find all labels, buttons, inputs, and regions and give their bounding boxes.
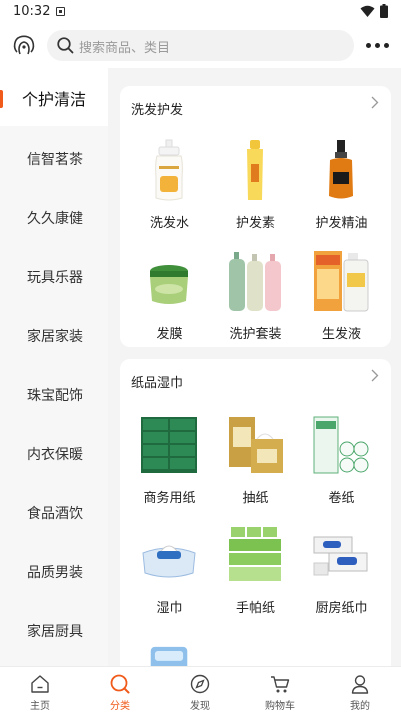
bottom-tab-bar: 主页 分类 发现 购物车 我的: [0, 666, 401, 713]
tab-label: 购物车: [265, 701, 295, 712]
sidebar-item-toys[interactable]: 玩具乐器: [0, 247, 108, 305]
product-name: 手帕纸: [235, 601, 275, 616]
kitchen-towel-image: [313, 536, 368, 576]
section-title[interactable]: 纸品湿巾: [131, 372, 183, 391]
product-shampoo[interactable]: 洗发水: [127, 138, 212, 233]
battery-icon: [380, 4, 388, 18]
category-icon: [110, 674, 130, 694]
product-name: 发膜: [156, 327, 183, 342]
sidebar-item-kitchen[interactable]: 家居厨具: [0, 601, 108, 659]
product-hair-growth[interactable]: 生发液: [299, 249, 384, 344]
compass-icon: [190, 674, 210, 694]
tab-label: 分类: [110, 701, 130, 712]
product-wet-wipes[interactable]: 湿巾: [127, 523, 212, 618]
sidebar-item-health[interactable]: 久久康健: [0, 188, 108, 246]
hair-oil-image: [329, 140, 353, 199]
tab-cart[interactable]: 购物车: [240, 667, 320, 713]
product-name: 护发精油: [315, 216, 368, 231]
tissue-box-image: [229, 417, 283, 473]
sidebar-item-personal-care[interactable]: 个护清洁: [0, 68, 108, 126]
product-hair-oil[interactable]: 护发精油: [299, 138, 384, 233]
product-name: 护发素: [235, 216, 275, 231]
hair-mask-image: [150, 265, 188, 304]
sidebar-item-home[interactable]: 家居家装: [0, 306, 108, 364]
product-pocket-tissue[interactable]: 手帕纸: [213, 523, 298, 618]
product-name: 洗发水: [149, 216, 189, 231]
tab-label: 主页: [30, 701, 50, 712]
search-placeholder: 搜索商品、类目: [79, 41, 171, 56]
product-name: 商务用纸: [143, 491, 196, 506]
conditioner-image: [247, 140, 263, 200]
tab-label: 发现: [190, 701, 210, 712]
cart-icon: [271, 676, 290, 693]
product-more[interactable]: [127, 644, 212, 666]
business-paper-image: [141, 417, 197, 473]
tab-category[interactable]: 分类: [80, 667, 160, 713]
user-icon: [351, 675, 369, 694]
chevron-right-icon[interactable]: [371, 369, 379, 382]
search-icon: [57, 37, 74, 54]
search-input[interactable]: 搜索商品、类目: [47, 30, 354, 61]
product-name: 卷纸: [328, 491, 355, 506]
product-name: 生发液: [321, 327, 361, 342]
category-content: 洗发护发 洗发水 护发素 护发精油 发膜 洗护套装 生发液 纸品湿巾 商务用纸 …: [108, 68, 401, 666]
sidebar-item-label: 个护清洁: [22, 90, 87, 109]
sidebar-item-underwear[interactable]: 内衣保暖: [0, 424, 108, 482]
section-card-paper-wipes: 纸品湿巾 商务用纸 抽纸 卷纸 湿巾 手帕纸 厨房纸巾: [120, 359, 391, 666]
sidebar-item-label: 家居厨具: [27, 624, 83, 640]
sidebar-item-label: 信智茗茶: [27, 152, 83, 168]
product-business-paper[interactable]: 商务用纸: [127, 413, 212, 508]
top-bar: 搜索商品、类目: [0, 24, 401, 68]
sidebar-item-label: 内衣保暖: [27, 447, 83, 463]
wifi-icon: [360, 5, 375, 17]
sidebar-item-label: 珠宝配饰: [27, 388, 83, 404]
product-name: 抽纸: [242, 491, 269, 506]
sidebar-item-label: 玩具乐器: [27, 270, 83, 286]
active-indicator: [0, 90, 3, 108]
sidebar-item-jewelry[interactable]: 珠宝配饰: [0, 365, 108, 423]
shampoo-image: [155, 139, 183, 201]
sidebar-item-label: 品质男装: [27, 565, 83, 581]
sidebar-item-menswear[interactable]: 品质男装: [0, 542, 108, 600]
roll-paper-image: [313, 416, 369, 474]
product-roll-paper[interactable]: 卷纸: [299, 413, 384, 508]
sidebar-item-label: 久久康健: [27, 211, 83, 227]
wet-wipes-image: [142, 545, 196, 578]
status-bar: 10:32: [0, 0, 401, 24]
chevron-right-icon[interactable]: [371, 96, 379, 109]
tab-profile[interactable]: 我的: [320, 667, 400, 713]
pocket-tissue-image: [229, 527, 281, 581]
product-kitchen-towel[interactable]: 厨房纸巾: [299, 523, 384, 618]
tab-home[interactable]: 主页: [0, 667, 80, 713]
product-name: 洗护套装: [229, 327, 282, 342]
care-set-image: [229, 252, 281, 311]
tab-label: 我的: [350, 701, 370, 712]
more-icon[interactable]: [366, 43, 389, 48]
section-card-hair-care: 洗发护发 洗发水 护发素 护发精油 发膜 洗护套装 生发液: [120, 86, 391, 347]
sidebar-item-label: 食品酒饮: [27, 506, 83, 522]
sidebar-item-tea[interactable]: 信智茗茶: [0, 129, 108, 187]
notification-icon: [56, 7, 65, 16]
tab-discover[interactable]: 发现: [160, 667, 240, 713]
sidebar-item-food[interactable]: 食品酒饮: [0, 483, 108, 541]
category-sidebar: 个护清洁 信智茗茶 久久康健 玩具乐器 家居家装 珠宝配饰 内衣保暖 食品酒饮 …: [0, 68, 108, 666]
hair-growth-image: [314, 251, 369, 312]
product-name: 湿巾: [156, 601, 183, 616]
product-hair-mask[interactable]: 发膜: [127, 249, 212, 344]
product-care-set[interactable]: 洗护套装: [213, 249, 298, 344]
product-conditioner[interactable]: 护发素: [213, 138, 298, 233]
logo-icon[interactable]: [12, 34, 36, 56]
product-tissue-box[interactable]: 抽纸: [213, 413, 298, 508]
wipes-pack-image: [150, 646, 188, 666]
home-icon: [31, 675, 49, 693]
product-name: 厨房纸巾: [315, 601, 368, 616]
sidebar-item-label: 家居家装: [27, 329, 83, 345]
status-time: 10:32: [13, 4, 51, 19]
section-title[interactable]: 洗发护发: [131, 99, 183, 118]
